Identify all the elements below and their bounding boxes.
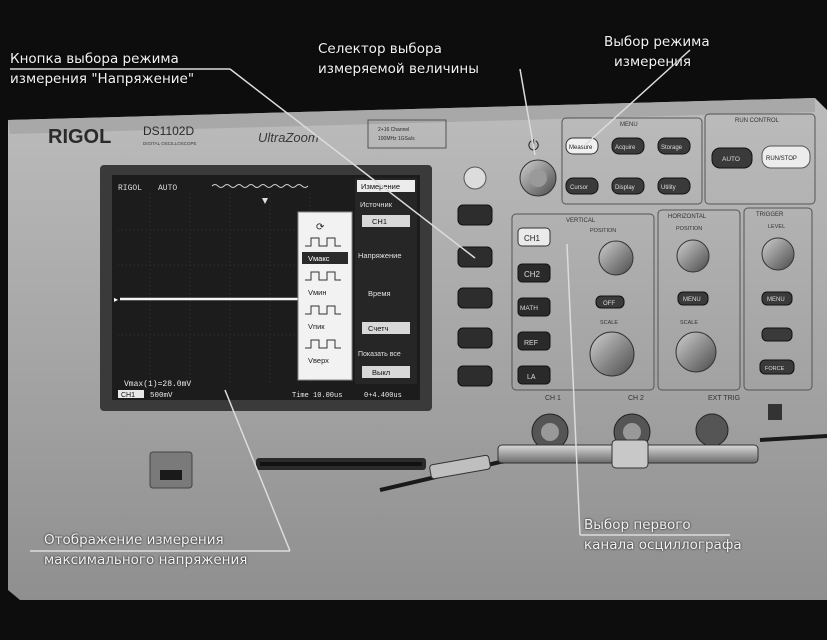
horizontal-section-label: HORIZONTAL xyxy=(668,214,707,220)
callout-quantity-selector-line2: измеряемой величины xyxy=(318,61,479,77)
expansion-slot-opening xyxy=(260,462,422,466)
bottom-time-base: Time 10.00us xyxy=(292,392,342,400)
callout-channel1-select-line2: канала осциллографа xyxy=(584,537,742,553)
run-stop-button-label: RUN/STOP xyxy=(766,156,797,162)
menu-title: Измерение xyxy=(361,182,400,191)
menu-counter[interactable]: Счетч xyxy=(368,324,389,333)
math-button-label: MATH xyxy=(520,305,538,312)
channel-marker: ▸ xyxy=(114,295,118,304)
bnc-tee xyxy=(611,439,649,469)
callout-voltage-button-line2: измерения "Напряжение" xyxy=(10,71,195,87)
measure-button-label: Measure xyxy=(569,145,593,151)
model-name: DS1102D xyxy=(143,124,194,138)
vertical-position-knob[interactable] xyxy=(598,240,634,276)
la-button-label: LA xyxy=(527,374,536,381)
run-control-label: RUN CONTROL xyxy=(735,118,780,124)
popup-item-vtop[interactable]: Vверх xyxy=(308,356,329,365)
trigger-level-label: LEVEL xyxy=(768,224,785,230)
usb-port[interactable] xyxy=(160,470,182,480)
oscilloscope-photo: RIGOL DS1102D DIGITAL OSCILLOSCOPE Ultra… xyxy=(0,0,827,640)
spec-line-1: 2+16 Channel xyxy=(378,127,409,133)
softkey-3[interactable] xyxy=(457,287,493,309)
brand-logo: RIGOL xyxy=(48,126,111,148)
ref-button-label: REF xyxy=(524,340,538,347)
vertical-position-label: POSITION xyxy=(590,228,616,234)
popup-item-vmax[interactable]: Vмакс xyxy=(308,254,330,263)
callout-max-voltage-display-line2: максимального напряжения xyxy=(44,552,248,568)
trigger-section-label: TRIGGER xyxy=(756,212,784,218)
menu-voltage[interactable]: Напряжение xyxy=(358,251,402,260)
callout-quantity-selector: Селектор выбора измеряемой величины xyxy=(318,39,479,79)
ch2-button-label: CH2 xyxy=(524,270,541,279)
trigger-level-knob[interactable] xyxy=(761,237,795,271)
horizontal-menu-label: MENU xyxy=(683,297,701,303)
callout-channel1-select-line1: Выбор первого xyxy=(584,517,691,533)
bottom-volt-scale: 500mV xyxy=(150,392,173,400)
softkey-menu-off-button[interactable] xyxy=(463,166,487,190)
ch1-bnc-center xyxy=(541,423,559,441)
softkey-1[interactable] xyxy=(457,204,493,226)
trigger-50-button[interactable] xyxy=(761,327,793,342)
callout-voltage-button-line1: Кнопка выбора режима xyxy=(10,51,179,67)
acquire-button-label: Acquire xyxy=(615,145,636,151)
bottom-channel: CH1 xyxy=(121,392,135,399)
ext-trig-label: EXT TRIG xyxy=(708,395,740,402)
series-logo: UltraZoom xyxy=(258,130,319,145)
popup-item-vpp[interactable]: Vпик xyxy=(308,322,325,331)
menu-section-label: MENU xyxy=(620,122,638,128)
utility-button-label: Utility xyxy=(661,185,676,191)
cursor-button-label: Cursor xyxy=(570,185,588,191)
trigger-force-label: FORCE xyxy=(765,366,785,372)
callout-channel1-select: Выбор первого канала осциллографа xyxy=(584,515,742,555)
probe-comp-terminal xyxy=(768,404,782,420)
callout-max-voltage-display: Отображение измерения максимального напр… xyxy=(44,530,247,570)
ch2-bnc-center xyxy=(623,423,641,441)
auto-button-label: AUTO xyxy=(722,156,740,163)
menu-show-all-label: Показать все xyxy=(358,351,401,358)
callout-measure-mode-line1: Выбор режима xyxy=(604,34,710,50)
callout-voltage-button: Кнопка выбора режима измерения "Напряжен… xyxy=(10,49,194,89)
callout-measure-mode-line2: измерения xyxy=(614,54,692,70)
callout-max-voltage-display-line1: Отображение измерения xyxy=(44,532,224,548)
measurement-readout: Vmax(1)=28.0mV xyxy=(124,380,191,389)
ch1-input-label: CH 1 xyxy=(545,395,561,402)
horizontal-scale-knob[interactable] xyxy=(675,331,717,373)
menu-source-label: Источник xyxy=(360,200,393,209)
softkey-5[interactable] xyxy=(457,365,493,387)
vertical-scale-label: SCALE xyxy=(600,320,618,326)
menu-show-all-value[interactable]: Выкл xyxy=(372,368,390,377)
horizontal-position-knob[interactable] xyxy=(676,239,710,273)
vertical-scale-knob[interactable] xyxy=(589,331,635,377)
menu-time[interactable]: Время xyxy=(368,289,391,298)
horizontal-position-label: POSITION xyxy=(676,226,702,232)
popup-rotate-icon: ⟳ xyxy=(316,222,325,233)
trigger-menu-label: MENU xyxy=(767,297,785,303)
screen-brand: RIGOL xyxy=(118,184,142,193)
vertical-off-label: OFF xyxy=(603,301,615,307)
model-subtitle: DIGITAL OSCILLOSCOPE xyxy=(143,141,197,146)
vertical-section-label: VERTICAL xyxy=(566,218,596,224)
ch2-input-label: CH 2 xyxy=(628,395,644,402)
horizontal-scale-label: SCALE xyxy=(680,320,698,326)
ch1-button-label: CH1 xyxy=(524,234,541,243)
ext-trig-bnc-connector[interactable] xyxy=(695,413,729,447)
callout-measure-mode: Выбор режима измерения xyxy=(604,32,710,72)
bottom-trigger-offset: 0+4.400us xyxy=(364,392,402,400)
softkey-2[interactable] xyxy=(457,246,493,268)
callout-quantity-selector-line1: Селектор выбора xyxy=(318,41,442,57)
spec-line-2: 100MHz 1GSa/s xyxy=(378,136,415,142)
popup-item-vmin[interactable]: Vмин xyxy=(308,288,327,297)
storage-button-label: Storage xyxy=(661,145,683,151)
screen-mode: AUTO xyxy=(158,184,177,193)
display-button-label: Display xyxy=(615,185,635,191)
menu-source-value[interactable]: CH1 xyxy=(372,217,387,226)
softkey-4[interactable] xyxy=(457,327,493,349)
multifunction-knob-cap xyxy=(529,169,547,187)
